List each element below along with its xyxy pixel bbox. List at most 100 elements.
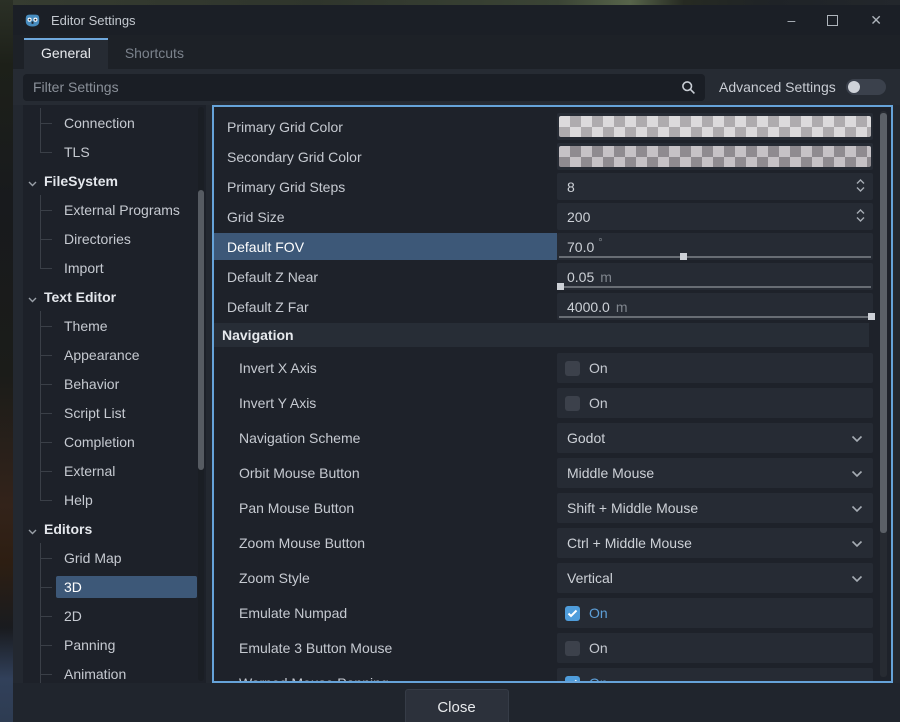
checkbox-checked[interactable] xyxy=(565,606,580,621)
tab-shortcuts[interactable]: Shortcuts xyxy=(108,38,201,69)
sidebar-item-external[interactable]: External xyxy=(23,456,206,485)
editor-settings-dialog: Editor Settings – ✕ GeneralShortcuts Adv… xyxy=(13,5,900,722)
setting-value-cell[interactable]: 8 xyxy=(557,173,873,200)
setting-value-cell[interactable] xyxy=(557,113,873,140)
slider-handle[interactable] xyxy=(868,313,875,320)
sidebar-item-filesystem[interactable]: FileSystem xyxy=(23,166,206,195)
dropdown-value[interactable]: Middle Mouse xyxy=(557,465,654,481)
dropdown-value[interactable]: Godot xyxy=(557,430,605,446)
tree-scrollbar-thumb[interactable] xyxy=(198,190,204,470)
sidebar-item-panning[interactable]: Panning xyxy=(23,630,206,659)
panel-scrollbar-thumb[interactable] xyxy=(880,113,887,533)
sidebar-item-label: Animation xyxy=(56,663,197,684)
value-unit: m xyxy=(600,269,612,285)
setting-row-default-fov: Default FOV70.0 ° xyxy=(214,233,873,260)
dropdown-value[interactable]: Shift + Middle Mouse xyxy=(557,500,698,516)
slider-value[interactable]: 4000.0 xyxy=(557,299,610,315)
checkbox-unchecked[interactable] xyxy=(565,641,580,656)
sidebar-item-label: 3D xyxy=(56,576,197,598)
setting-label: Primary Grid Steps xyxy=(214,173,557,200)
setting-row-primary-grid-color: Primary Grid Color xyxy=(214,113,873,140)
setting-row-default-z-far: Default Z Far4000.0m xyxy=(214,293,873,320)
chevron-down-icon[interactable] xyxy=(851,535,863,551)
checkbox-label: On xyxy=(589,360,608,376)
advanced-settings-label: Advanced Settings xyxy=(719,79,836,95)
setting-label: Zoom Style xyxy=(214,563,557,593)
chevron-down-icon[interactable] xyxy=(851,570,863,586)
advanced-settings-toggle[interactable] xyxy=(846,79,886,95)
color-swatch-transparent[interactable] xyxy=(559,116,871,137)
sidebar-item-directories[interactable]: Directories xyxy=(23,224,206,253)
value-unit: ° xyxy=(598,237,602,249)
sidebar-item-appearance[interactable]: Appearance xyxy=(23,340,206,369)
sidebar-item-label: Text Editor xyxy=(44,289,116,305)
sidebar-item-text-editor[interactable]: Text Editor xyxy=(23,282,206,311)
sidebar-item-label: Directories xyxy=(56,228,197,250)
dropdown-value[interactable]: Ctrl + Middle Mouse xyxy=(557,535,692,551)
spin-value[interactable]: 8 xyxy=(557,179,575,195)
setting-value-cell[interactable] xyxy=(557,143,873,170)
chevron-down-icon[interactable] xyxy=(851,465,863,481)
setting-value-cell[interactable]: Ctrl + Middle Mouse xyxy=(557,528,873,558)
filter-settings-input[interactable] xyxy=(23,74,705,101)
setting-value-cell[interactable]: 0.05m xyxy=(557,263,873,290)
sidebar-item-completion[interactable]: Completion xyxy=(23,427,206,456)
slider-value[interactable]: 70.0 xyxy=(557,239,594,255)
sidebar-item-label: Grid Map xyxy=(56,547,197,569)
sidebar-item-animation[interactable]: Animation xyxy=(23,659,206,683)
minimize-button[interactable]: – xyxy=(787,13,795,27)
setting-label: Default FOV xyxy=(214,233,557,260)
dropdown-value[interactable]: Vertical xyxy=(557,570,613,586)
spinner-updown-icon[interactable] xyxy=(855,177,866,196)
color-swatch-transparent[interactable] xyxy=(559,146,871,167)
spinner-updown-icon[interactable] xyxy=(855,207,866,226)
sidebar-item-import[interactable]: Import xyxy=(23,253,206,282)
slider-track[interactable] xyxy=(559,256,871,258)
checkbox-unchecked[interactable] xyxy=(565,361,580,376)
sidebar-item-grid-map[interactable]: Grid Map xyxy=(23,543,206,572)
sidebar-item-editors[interactable]: Editors xyxy=(23,514,206,543)
slider-handle[interactable] xyxy=(557,283,564,290)
checkbox-checked[interactable] xyxy=(565,676,580,684)
slider-track[interactable] xyxy=(559,286,871,288)
chevron-down-icon[interactable] xyxy=(851,500,863,516)
maximize-button[interactable] xyxy=(827,15,838,26)
setting-row-pan-mouse-button: Pan Mouse ButtonShift + Middle Mouse xyxy=(214,493,873,523)
tab-general[interactable]: General xyxy=(24,38,108,69)
filter-field-wrap xyxy=(23,74,705,101)
sidebar-item-label: TLS xyxy=(56,141,197,163)
setting-value-cell[interactable]: Vertical xyxy=(557,563,873,593)
sidebar-item-help[interactable]: Help xyxy=(23,485,206,514)
setting-row-zoom-mouse-button: Zoom Mouse ButtonCtrl + Middle Mouse xyxy=(214,528,873,558)
sidebar-item-3d[interactable]: 3D xyxy=(23,572,206,601)
sidebar-item-script-list[interactable]: Script List xyxy=(23,398,206,427)
setting-value-cell[interactable]: 70.0 ° xyxy=(557,233,873,260)
checkbox-unchecked[interactable] xyxy=(565,396,580,411)
chevron-down-icon[interactable] xyxy=(851,430,863,446)
setting-value-cell[interactable]: Middle Mouse xyxy=(557,458,873,488)
sidebar-item-2d[interactable]: 2D xyxy=(23,601,206,630)
sidebar-item-behavior[interactable]: Behavior xyxy=(23,369,206,398)
spin-value[interactable]: 200 xyxy=(557,209,590,225)
sidebar-item-label: Editors xyxy=(44,521,92,537)
toggle-knob xyxy=(848,81,860,93)
sidebar-item-connection[interactable]: Connection xyxy=(23,108,206,137)
setting-value-cell[interactable]: Godot xyxy=(557,423,873,453)
close-button[interactable]: Close xyxy=(405,689,509,722)
setting-label: Invert X Axis xyxy=(214,353,557,383)
sidebar-item-label: Theme xyxy=(56,315,197,337)
setting-row-invert-x-axis: Invert X Axis On xyxy=(214,353,873,383)
sidebar-item-external-programs[interactable]: External Programs xyxy=(23,195,206,224)
setting-value-cell[interactable]: 4000.0m xyxy=(557,293,873,320)
setting-value-cell[interactable]: 200 xyxy=(557,203,873,230)
title-bar[interactable]: Editor Settings – ✕ xyxy=(13,5,900,35)
setting-value-cell[interactable]: Shift + Middle Mouse xyxy=(557,493,873,523)
close-window-button[interactable]: ✕ xyxy=(870,13,882,27)
sidebar-item-tls[interactable]: TLS xyxy=(23,137,206,166)
slider-track[interactable] xyxy=(559,316,871,318)
setting-label: Warped Mouse Panning xyxy=(214,668,557,683)
sidebar-item-theme[interactable]: Theme xyxy=(23,311,206,340)
chevron-down-icon xyxy=(28,290,37,306)
sidebar-item-label: FileSystem xyxy=(44,173,118,189)
slider-handle[interactable] xyxy=(680,253,687,260)
